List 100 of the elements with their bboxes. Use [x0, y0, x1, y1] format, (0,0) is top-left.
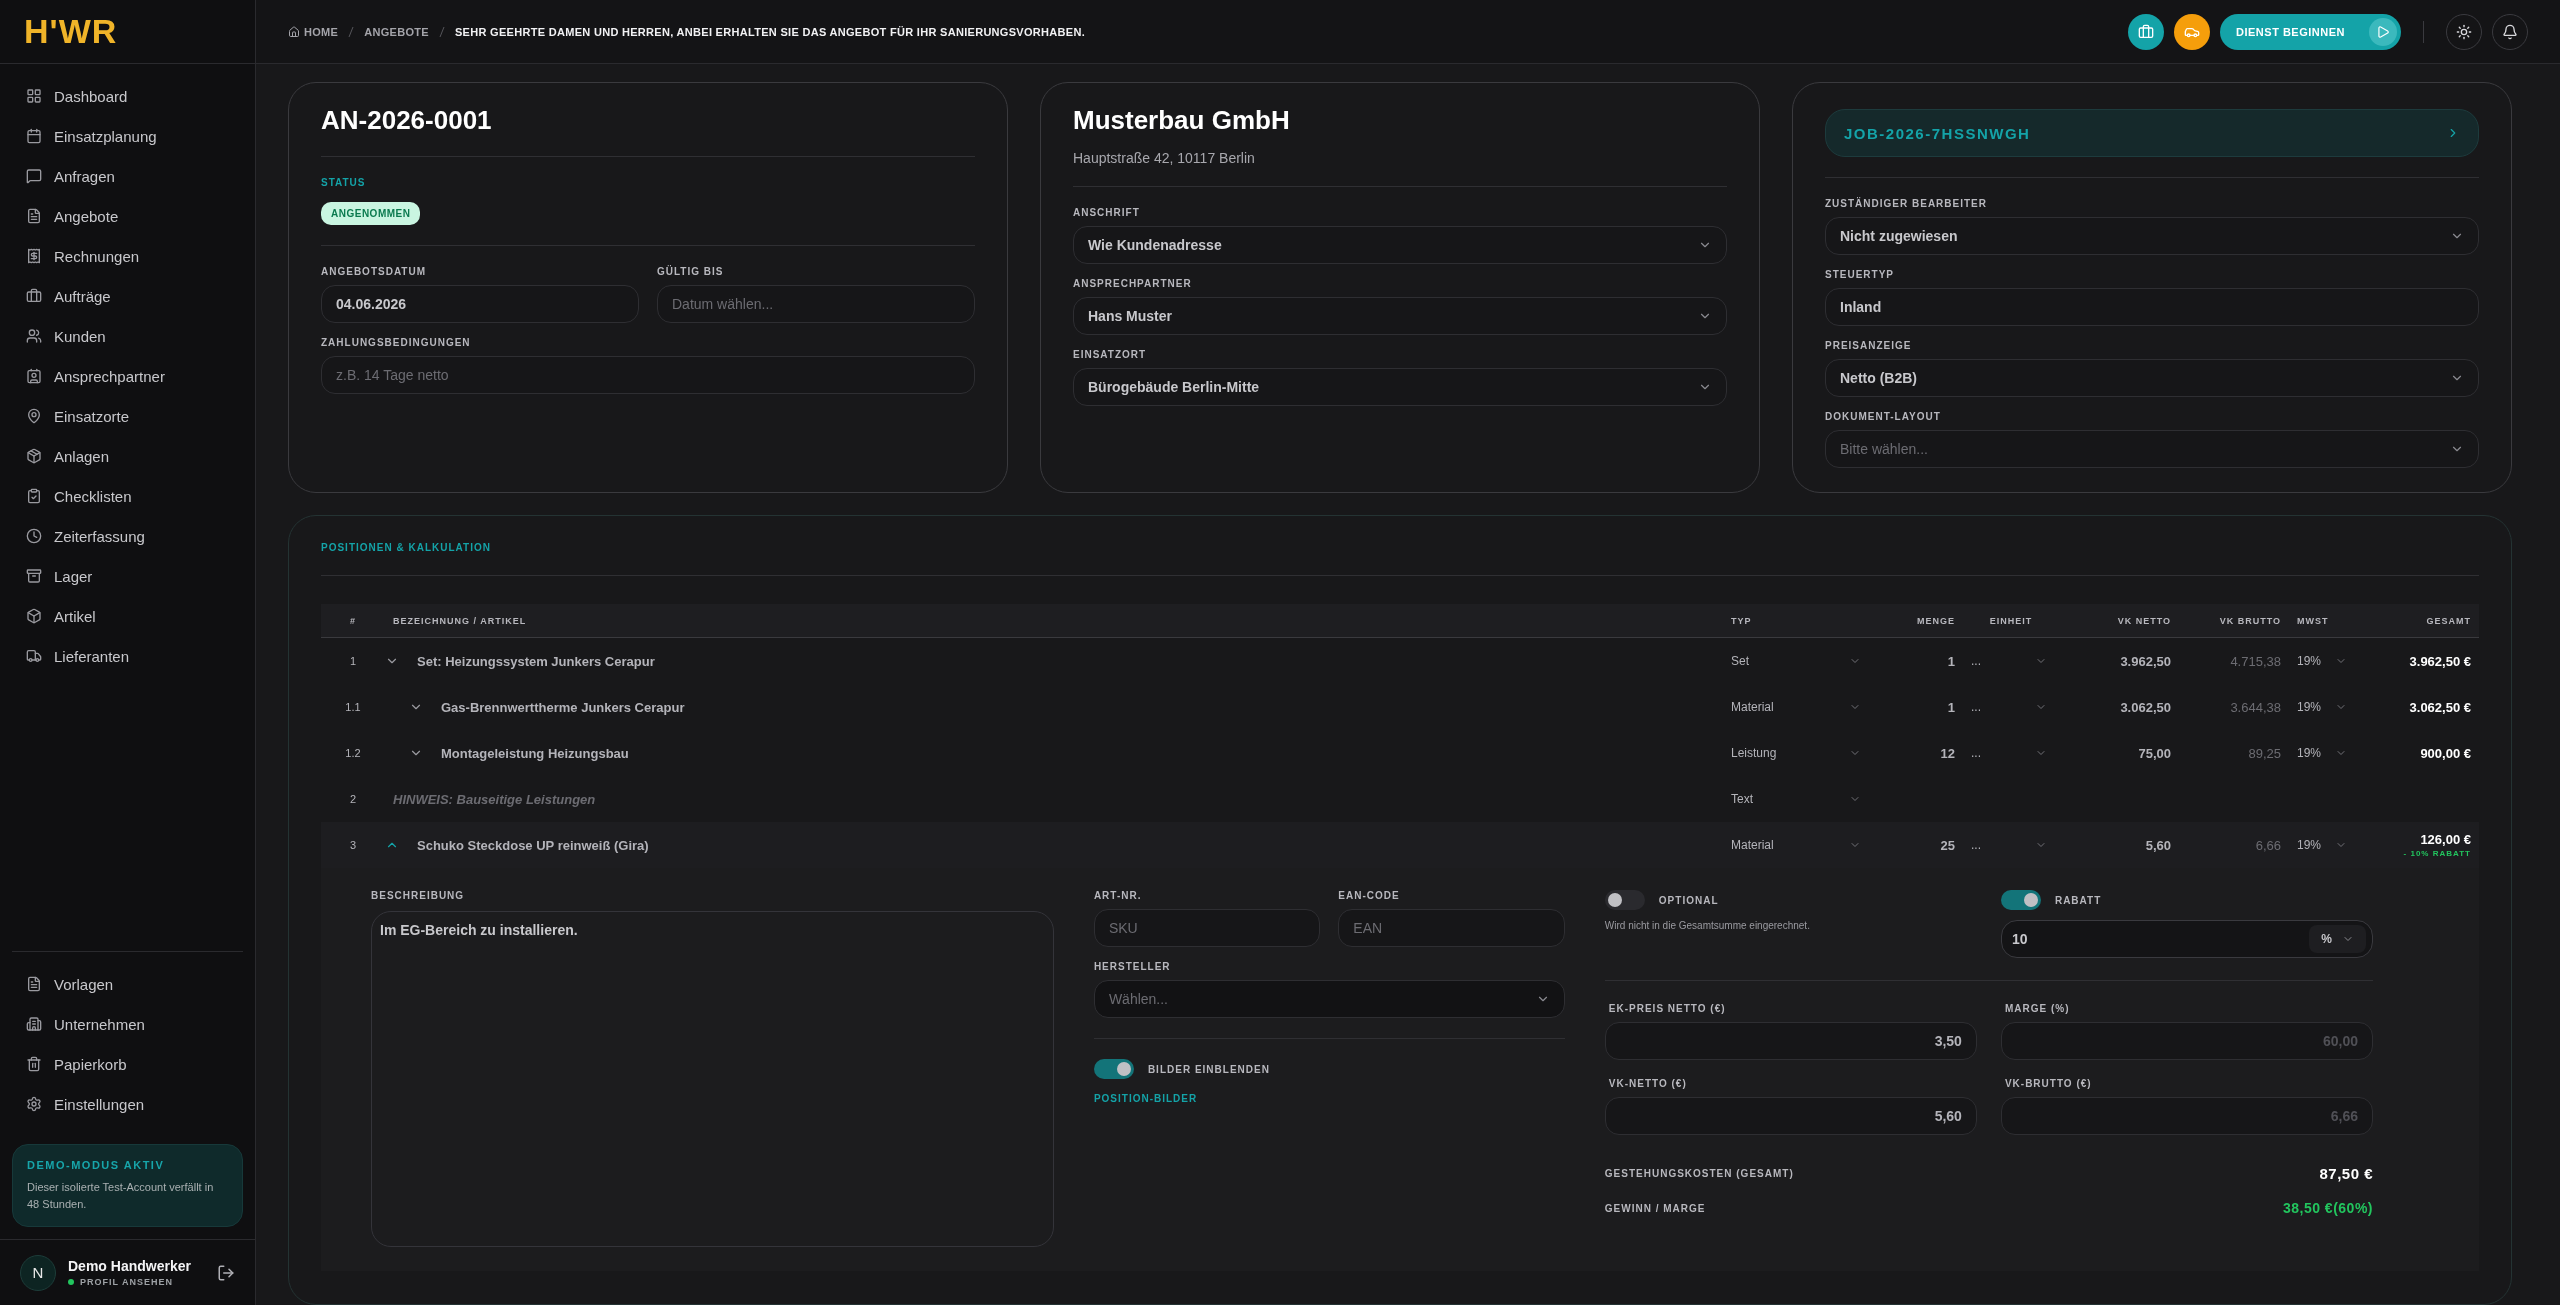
select-field[interactable]: Bürogebäude Berlin-Mitte: [1073, 368, 1727, 406]
type-select[interactable]: Material: [1723, 838, 1873, 852]
type-select[interactable]: Material: [1723, 700, 1873, 714]
summary-label: GEWINN / MARGE: [1604, 1202, 1706, 1214]
breadcrumb-separator: [438, 25, 445, 38]
price-field[interactable]: 5,60: [1604, 1097, 1977, 1135]
sidebar-item[interactable]: Artikel: [12, 598, 243, 634]
discount-field[interactable]: 10 %: [2000, 920, 2373, 958]
profile-link[interactable]: PROFIL ANSEHEN: [68, 1277, 205, 1287]
bell-icon: [2502, 23, 2518, 40]
sidebar-item[interactable]: Zeiterfassung: [12, 518, 243, 554]
unit-select[interactable]: %: [2309, 925, 2366, 953]
price-field: 60,00: [2000, 1022, 2373, 1060]
sidebar-item[interactable]: Checklisten: [12, 478, 243, 514]
sidebar-item[interactable]: Einsatzorte: [12, 398, 243, 434]
customer-name: Musterbau GmbH: [1073, 105, 1291, 136]
column-header: VK NETTO: [2116, 615, 2172, 626]
sidebar-item[interactable]: Einsatzplanung: [12, 118, 243, 154]
status-label: STATUS: [321, 177, 367, 188]
input-field[interactable]: SKU: [1093, 909, 1321, 947]
toggle-switch[interactable]: [2000, 890, 2041, 910]
field-label: EAN-CODE: [1338, 890, 1401, 901]
car-button[interactable]: [2174, 13, 2211, 50]
logo[interactable]: H'WR: [24, 12, 118, 51]
column-header: GESAMT: [2425, 615, 2472, 626]
field-label: VK-NETTO (€): [1607, 1078, 1688, 1089]
select-field[interactable]: Nicht zugewiesen: [1825, 217, 2479, 255]
sidebar-item[interactable]: Anlagen: [12, 438, 243, 474]
breadcrumb-link[interactable]: HOME: [288, 25, 339, 38]
briefcase-icon: [2138, 23, 2155, 40]
type-select[interactable]: Text: [1723, 792, 1873, 806]
customer-address: Hauptstraße 42, 10117 Berlin: [1073, 150, 1256, 166]
column-header: VK BRUTTO: [2218, 615, 2282, 626]
tax-select[interactable]: 19%: [2289, 700, 2359, 714]
field-label: EINSATZORT: [1073, 349, 1148, 360]
job-link[interactable]: JOB-2026-7HSSNWGH: [1825, 109, 2479, 157]
sidebar-item[interactable]: Ansprechpartner: [12, 358, 243, 394]
unit-select[interactable]: ...: [1963, 838, 2059, 852]
field-label: DOKUMENT-LAYOUT: [1825, 411, 1942, 422]
input-field[interactable]: z.B. 14 Tage netto: [321, 356, 975, 394]
box-icon: [26, 608, 42, 624]
price-field[interactable]: 3,50: [1604, 1022, 1977, 1060]
tax-select[interactable]: 19%: [2289, 654, 2359, 668]
sidebar-item[interactable]: Kunden: [12, 318, 243, 354]
unit-select[interactable]: ...: [1963, 654, 2059, 668]
unit-select[interactable]: ...: [1963, 746, 2059, 760]
tax-select[interactable]: 19%: [2289, 746, 2359, 760]
receipt-icon: [26, 248, 42, 264]
field-label: ANGEBOTSDATUM: [321, 266, 428, 277]
sidebar-item[interactable]: Lager: [12, 558, 243, 594]
images-link[interactable]: POSITION-BILDER: [1093, 1093, 1565, 1104]
table-cell-text: 3.644,38: [2229, 699, 2282, 715]
table-cell-text: 89,25: [2247, 745, 2282, 761]
sidebar-item[interactable]: Aufträge: [12, 278, 243, 314]
input-field[interactable]: 04.06.2026: [321, 285, 639, 323]
sidebar-item[interactable]: Dashboard: [12, 78, 243, 114]
field-label: EK-PREIS NETTO (€): [1607, 1003, 1727, 1014]
toggle-switch[interactable]: [1604, 890, 1645, 910]
sidebar-item[interactable]: Vorlagen: [12, 966, 243, 1002]
discount-value: 10: [2011, 931, 2028, 947]
description-field[interactable]: Im EG-Bereich zu installieren.: [371, 911, 1054, 1247]
sidebar-item[interactable]: Einstellungen: [12, 1086, 243, 1122]
sidebar-item[interactable]: Lieferanten: [12, 638, 243, 674]
sidebar-item[interactable]: Rechnungen: [12, 238, 243, 274]
column-header: #: [349, 615, 357, 626]
table-cell-text: Schuko Steckdose UP reinweiß (Gira): [416, 837, 650, 853]
sidebar-item[interactable]: Angebote: [12, 198, 243, 234]
select-field[interactable]: Wählen...: [1093, 980, 1565, 1018]
select-field[interactable]: Bitte wählen...: [1825, 430, 2479, 468]
field-label: VK-BRUTTO (€): [2003, 1078, 2093, 1089]
tax-select[interactable]: 19%: [2289, 838, 2359, 852]
type-select[interactable]: Leistung: [1723, 746, 1873, 760]
archive-icon: [26, 568, 42, 584]
column-header: EINHEIT: [1988, 615, 2034, 626]
briefcase-button[interactable]: [2128, 13, 2165, 50]
sidebar-item[interactable]: Papierkorb: [12, 1046, 243, 1082]
logout-icon[interactable]: [217, 1263, 235, 1282]
toggle-switch[interactable]: [1093, 1059, 1134, 1079]
building-icon: [26, 1016, 42, 1032]
briefcase-icon: [26, 288, 42, 304]
select-field[interactable]: Netto (B2B): [1825, 359, 2479, 397]
table-cell-text: 3: [348, 839, 358, 851]
toggle-label: OPTIONAL: [1658, 894, 1719, 906]
avatar[interactable]: N: [20, 1254, 56, 1291]
table-cell-text: 2: [348, 793, 358, 805]
hint-text: Wird nicht in die Gesamtsumme eingerechnet.: [1604, 920, 1811, 931]
column-header: BEZEICHNUNG / ARTIKEL: [392, 615, 528, 626]
field-label: BESCHREIBUNG: [371, 890, 466, 901]
input-field[interactable]: Inland: [1825, 288, 2479, 326]
type-select[interactable]: Set: [1723, 654, 1873, 668]
select-field[interactable]: Hans Muster: [1073, 297, 1727, 335]
sidebar-item[interactable]: Anfragen: [12, 158, 243, 194]
breadcrumb-link[interactable]: ANGEBOTE: [364, 25, 429, 38]
unit-select[interactable]: ...: [1963, 700, 2059, 714]
select-field[interactable]: Wie Kundenadresse: [1073, 226, 1727, 264]
breadcrumb-link[interactable]: SEHR GEEHRTE DAMEN UND HERREN, ANBEI ERHALTEN SIE DAS ANGEBOT FÜR IHR SANIERUNGSVORHABEN.: [454, 25, 1086, 38]
sidebar-item[interactable]: Unternehmen: [12, 1006, 243, 1042]
clipboard-icon: [26, 488, 42, 504]
table-cell-text: 1.1: [344, 701, 362, 713]
table-cell-text: 3.962,50: [2119, 653, 2172, 669]
